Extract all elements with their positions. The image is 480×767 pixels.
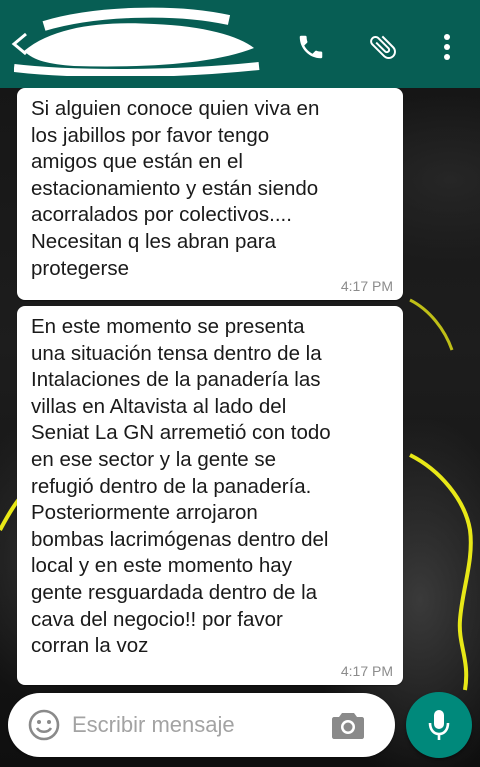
- more-options-button[interactable]: [430, 30, 464, 64]
- message-bubble[interactable]: En este momento se presenta una situació…: [17, 306, 403, 685]
- message-composer: [8, 693, 395, 757]
- attach-button[interactable]: [366, 30, 400, 64]
- more-vert-icon: [444, 34, 450, 60]
- message-bubble[interactable]: Si alguien conoce quien viva en los jabi…: [17, 88, 403, 300]
- voice-call-button[interactable]: [294, 30, 328, 64]
- chat-header: [0, 0, 480, 88]
- message-text: Si alguien conoce quien viva en los jabi…: [31, 97, 320, 280]
- mic-icon: [428, 710, 450, 740]
- message-timestamp: 4:17 PM: [340, 278, 393, 294]
- camera-button[interactable]: [330, 709, 366, 741]
- voice-record-button[interactable]: [406, 692, 472, 758]
- message-timestamp: 4:17 PM: [340, 663, 393, 679]
- camera-icon: [332, 713, 364, 739]
- emoji-icon: [28, 709, 60, 741]
- message-text: En este momento se presenta una situació…: [31, 315, 331, 658]
- phone-icon: [299, 35, 323, 59]
- emoji-button[interactable]: [26, 707, 62, 743]
- message-input[interactable]: [72, 705, 322, 745]
- paperclip-icon: [370, 35, 396, 60]
- redacted-contact-scribble: [14, 7, 260, 76]
